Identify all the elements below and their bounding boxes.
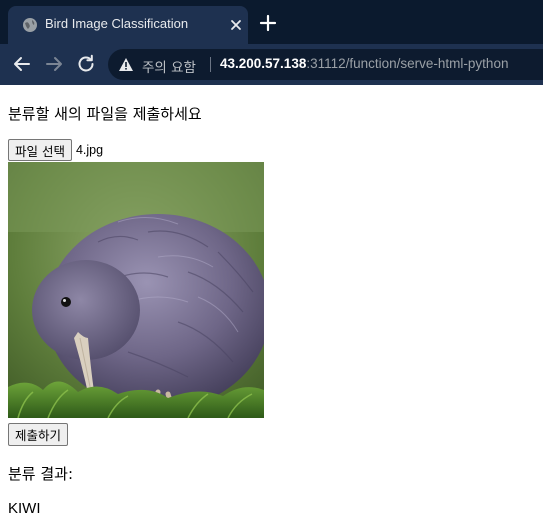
selected-file-name: 4.jpg [75, 143, 104, 157]
kiwi-bird-photo [8, 162, 264, 418]
page-heading: 분류할 새의 파일을 제출하세요 [8, 105, 202, 123]
address-bar[interactable]: 주의 요함 43.200.57.138:31112/function/serve… [108, 49, 543, 80]
url-path: :31112/function/serve-html-python [306, 56, 509, 71]
plus-icon[interactable] [258, 13, 278, 33]
file-input[interactable]: 파일 선택 4.jpg [8, 139, 103, 161]
browser-tab[interactable]: Bird Image Classification [8, 6, 248, 44]
forward-arrow-icon[interactable] [42, 52, 66, 76]
warning-triangle-icon[interactable] [118, 57, 134, 72]
page-content: 분류할 새의 파일을 제출하세요 파일 선택 4.jpg 제출하기 분류 결과:… [0, 85, 543, 529]
close-icon[interactable] [226, 15, 246, 35]
image-preview [8, 162, 264, 418]
result-value: KIWI [8, 500, 41, 517]
reload-icon[interactable] [74, 52, 98, 76]
result-label: 분류 결과: [8, 465, 74, 483]
globe-icon [23, 18, 37, 32]
tab-strip: Bird Image Classification [0, 0, 543, 44]
security-status-text[interactable]: 주의 요함 [142, 56, 196, 76]
back-arrow-icon[interactable] [10, 52, 34, 76]
browser-toolbar: 주의 요함 43.200.57.138:31112/function/serve… [0, 44, 543, 85]
omnibox-divider [210, 57, 211, 72]
url-text[interactable]: 43.200.57.138:31112/function/serve-html-… [220, 56, 508, 71]
tab-title: Bird Image Classification [45, 16, 189, 31]
submit-button[interactable]: 제출하기 [8, 423, 69, 446]
choose-file-button[interactable]: 파일 선택 [8, 139, 72, 161]
url-host: 43.200.57.138 [220, 56, 307, 71]
